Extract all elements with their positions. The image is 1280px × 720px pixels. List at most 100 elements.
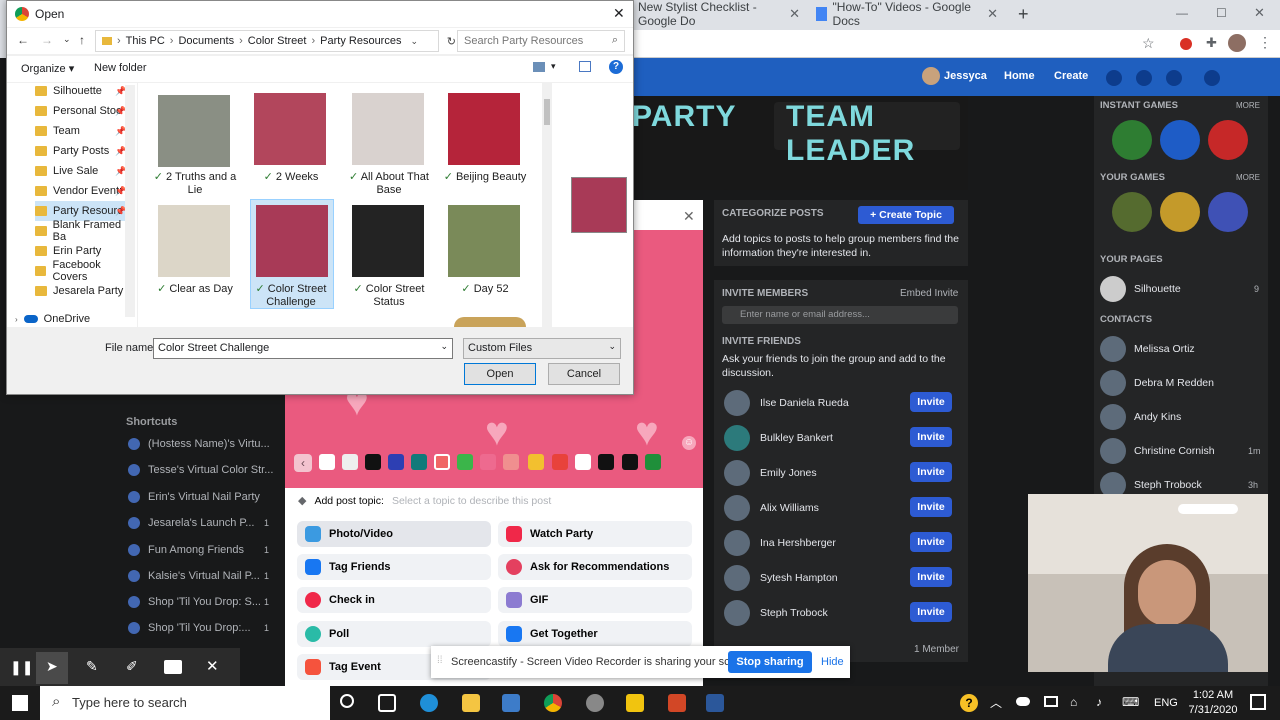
breadcrumb-item[interactable]: Party Resources <box>320 35 401 47</box>
emoji-icon[interactable]: ☺ <box>682 436 696 450</box>
chevron-down-icon[interactable]: ▾ <box>551 61 556 72</box>
nav-item[interactable]: Silhouette 📌 <box>35 81 135 101</box>
chevron-down-icon[interactable]: ⌄ <box>63 34 71 45</box>
shortcut-item[interactable]: Jesarela's Launch P... 1 <box>128 517 269 529</box>
breadcrumb[interactable]: › This PC › Documents › Color Street › Part… <box>95 30 456 52</box>
network-icon[interactable]: ⌂ <box>1070 695 1077 709</box>
invite-button[interactable]: Invite <box>910 532 952 552</box>
tab-stylist-checklist[interactable]: New Stylist Checklist - Google Do ✕ <box>630 0 808 28</box>
file-thumbnail[interactable] <box>448 205 520 277</box>
minimize-icon[interactable]: — <box>1176 6 1188 20</box>
close-icon[interactable]: ✕ <box>206 657 219 675</box>
background-swatch[interactable] <box>457 454 473 470</box>
preview-pane-icon[interactable] <box>579 61 591 72</box>
file-label[interactable]: ✓ Day 52 <box>440 283 530 296</box>
shortcut-item[interactable]: Tesse's Virtual Color Str... <box>128 464 273 476</box>
hide-button[interactable]: Hide <box>821 656 844 668</box>
scrollbar-thumb[interactable] <box>544 99 550 125</box>
profile-avatar[interactable] <box>1228 34 1246 52</box>
nav-create[interactable]: Create <box>1054 70 1088 82</box>
new-tab-button[interactable]: + <box>1010 0 1037 28</box>
chevron-left-icon[interactable]: ‹ <box>294 454 312 472</box>
chevron-down-icon[interactable]: ⌄ <box>608 341 616 352</box>
background-swatch[interactable] <box>388 454 404 470</box>
taskbar-search-box[interactable]: ⌕ Type here to search <box>40 686 330 720</box>
contact-item[interactable]: Debra M Redden <box>1100 370 1214 396</box>
powerpoint-icon[interactable] <box>668 694 686 712</box>
star-icon[interactable]: ☆ <box>1142 35 1155 52</box>
messenger-icon[interactable] <box>1136 70 1152 86</box>
more-link[interactable]: MORE <box>1236 173 1260 182</box>
cortana-icon[interactable] <box>340 694 354 708</box>
page-item-silhouette[interactable]: Silhouette <box>1100 276 1181 302</box>
background-swatch[interactable] <box>503 454 519 470</box>
invite-button[interactable]: Invite <box>910 567 952 587</box>
file-thumbnail[interactable] <box>158 95 230 167</box>
nav-item[interactable]: Party Posts 📌 <box>35 141 135 161</box>
file-name-input[interactable]: Color Street Challenge ⌄ <box>153 338 453 359</box>
close-icon[interactable]: ✕ <box>789 6 800 22</box>
view-options-icon[interactable] <box>533 62 545 72</box>
game-icon-1[interactable] <box>1112 192 1152 232</box>
cancel-button[interactable]: Cancel <box>548 363 620 385</box>
background-swatch[interactable] <box>645 454 661 470</box>
forward-arrow-icon[interactable]: → <box>41 33 53 47</box>
notifications-icon[interactable] <box>1250 694 1266 710</box>
cursor-icon[interactable]: ➤ <box>46 658 58 675</box>
battery-icon[interactable] <box>1044 696 1058 707</box>
invite-button[interactable]: Invite <box>910 462 952 482</box>
option-gif[interactable]: GIF <box>498 587 692 613</box>
game-icon-2[interactable] <box>1160 192 1200 232</box>
open-button[interactable]: Open <box>464 363 536 385</box>
pause-icon[interactable]: ❚❚ <box>10 659 33 676</box>
highlighter-icon[interactable]: ✐ <box>126 658 138 675</box>
organize-button[interactable]: Organize ▾ <box>21 62 74 75</box>
avatar[interactable] <box>922 67 940 85</box>
game-icon-3[interactable] <box>1208 192 1248 232</box>
nav-home[interactable]: Home <box>1004 70 1035 82</box>
new-folder-button[interactable]: New folder <box>94 62 147 74</box>
file-thumbnail[interactable] <box>352 205 424 277</box>
app-icon[interactable] <box>586 694 604 712</box>
background-swatch-selected[interactable] <box>434 454 450 470</box>
shortcut-item[interactable]: (Hostess Name)'s Virtu... <box>128 438 270 450</box>
chevron-up-icon[interactable]: ︿ <box>990 694 1002 711</box>
menu-icon[interactable]: ⋮ <box>1258 34 1272 51</box>
shortcut-item[interactable]: Erin's Virtual Nail Party <box>128 491 260 503</box>
background-swatch[interactable] <box>480 454 496 470</box>
file-label[interactable]: ✓ Color Street Status <box>344 283 434 309</box>
add-post-topic[interactable]: ◆ Add post topic: Select a topic to desc… <box>298 494 551 508</box>
nav-item[interactable]: Jesarela Party <box>35 281 135 301</box>
file-type-select[interactable]: Custom Files ⌄ <box>463 338 621 359</box>
contact-item[interactable]: Melissa Ortiz <box>1100 336 1195 362</box>
puzzle-icon[interactable]: ✚ <box>1206 35 1217 51</box>
stop-sharing-button[interactable]: Stop sharing <box>728 651 812 673</box>
option-check-in[interactable]: Check in <box>297 587 491 613</box>
word-icon[interactable] <box>706 694 724 712</box>
more-link[interactable]: MORE <box>1236 101 1260 110</box>
keyboard-icon[interactable]: ⌨ <box>1122 695 1139 709</box>
contact-item[interactable]: Christine Cornish <box>1100 438 1215 464</box>
clock-time[interactable]: 1:02 AM <box>1188 689 1238 701</box>
tab-how-to-videos[interactable]: "How-To" Videos - Google Docs ✕ <box>808 0 1006 28</box>
file-thumbnail[interactable] <box>256 205 328 277</box>
help-icon[interactable]: ? <box>609 60 623 74</box>
edge-icon[interactable] <box>420 694 438 712</box>
background-swatch[interactable] <box>575 454 591 470</box>
invite-button[interactable]: Invite <box>910 392 952 412</box>
task-view-icon[interactable] <box>378 694 396 712</box>
file-label[interactable]: ✓ All About That Base <box>344 171 434 197</box>
background-swatch[interactable] <box>552 454 568 470</box>
background-swatch[interactable] <box>598 454 614 470</box>
background-swatch[interactable] <box>528 454 544 470</box>
shortcut-item[interactable]: Shop 'Til You Drop: S... 1 <box>128 596 269 608</box>
windows-start-icon[interactable] <box>12 695 28 711</box>
close-icon[interactable]: ✕ <box>613 5 625 22</box>
back-arrow-icon[interactable]: ← <box>17 33 29 47</box>
file-label[interactable]: ✓ 2 Truths and a Lie <box>150 171 240 197</box>
chevron-down-icon[interactable]: ⌄ <box>440 341 448 352</box>
search-input[interactable]: Search Party Resources ⌕ <box>457 30 625 52</box>
nav-item[interactable]: Facebook Covers <box>35 259 135 283</box>
nav-item[interactable]: Blank Framed Ba <box>35 219 135 243</box>
shortcut-item[interactable]: Shop 'Til You Drop:... 1 <box>128 622 269 634</box>
